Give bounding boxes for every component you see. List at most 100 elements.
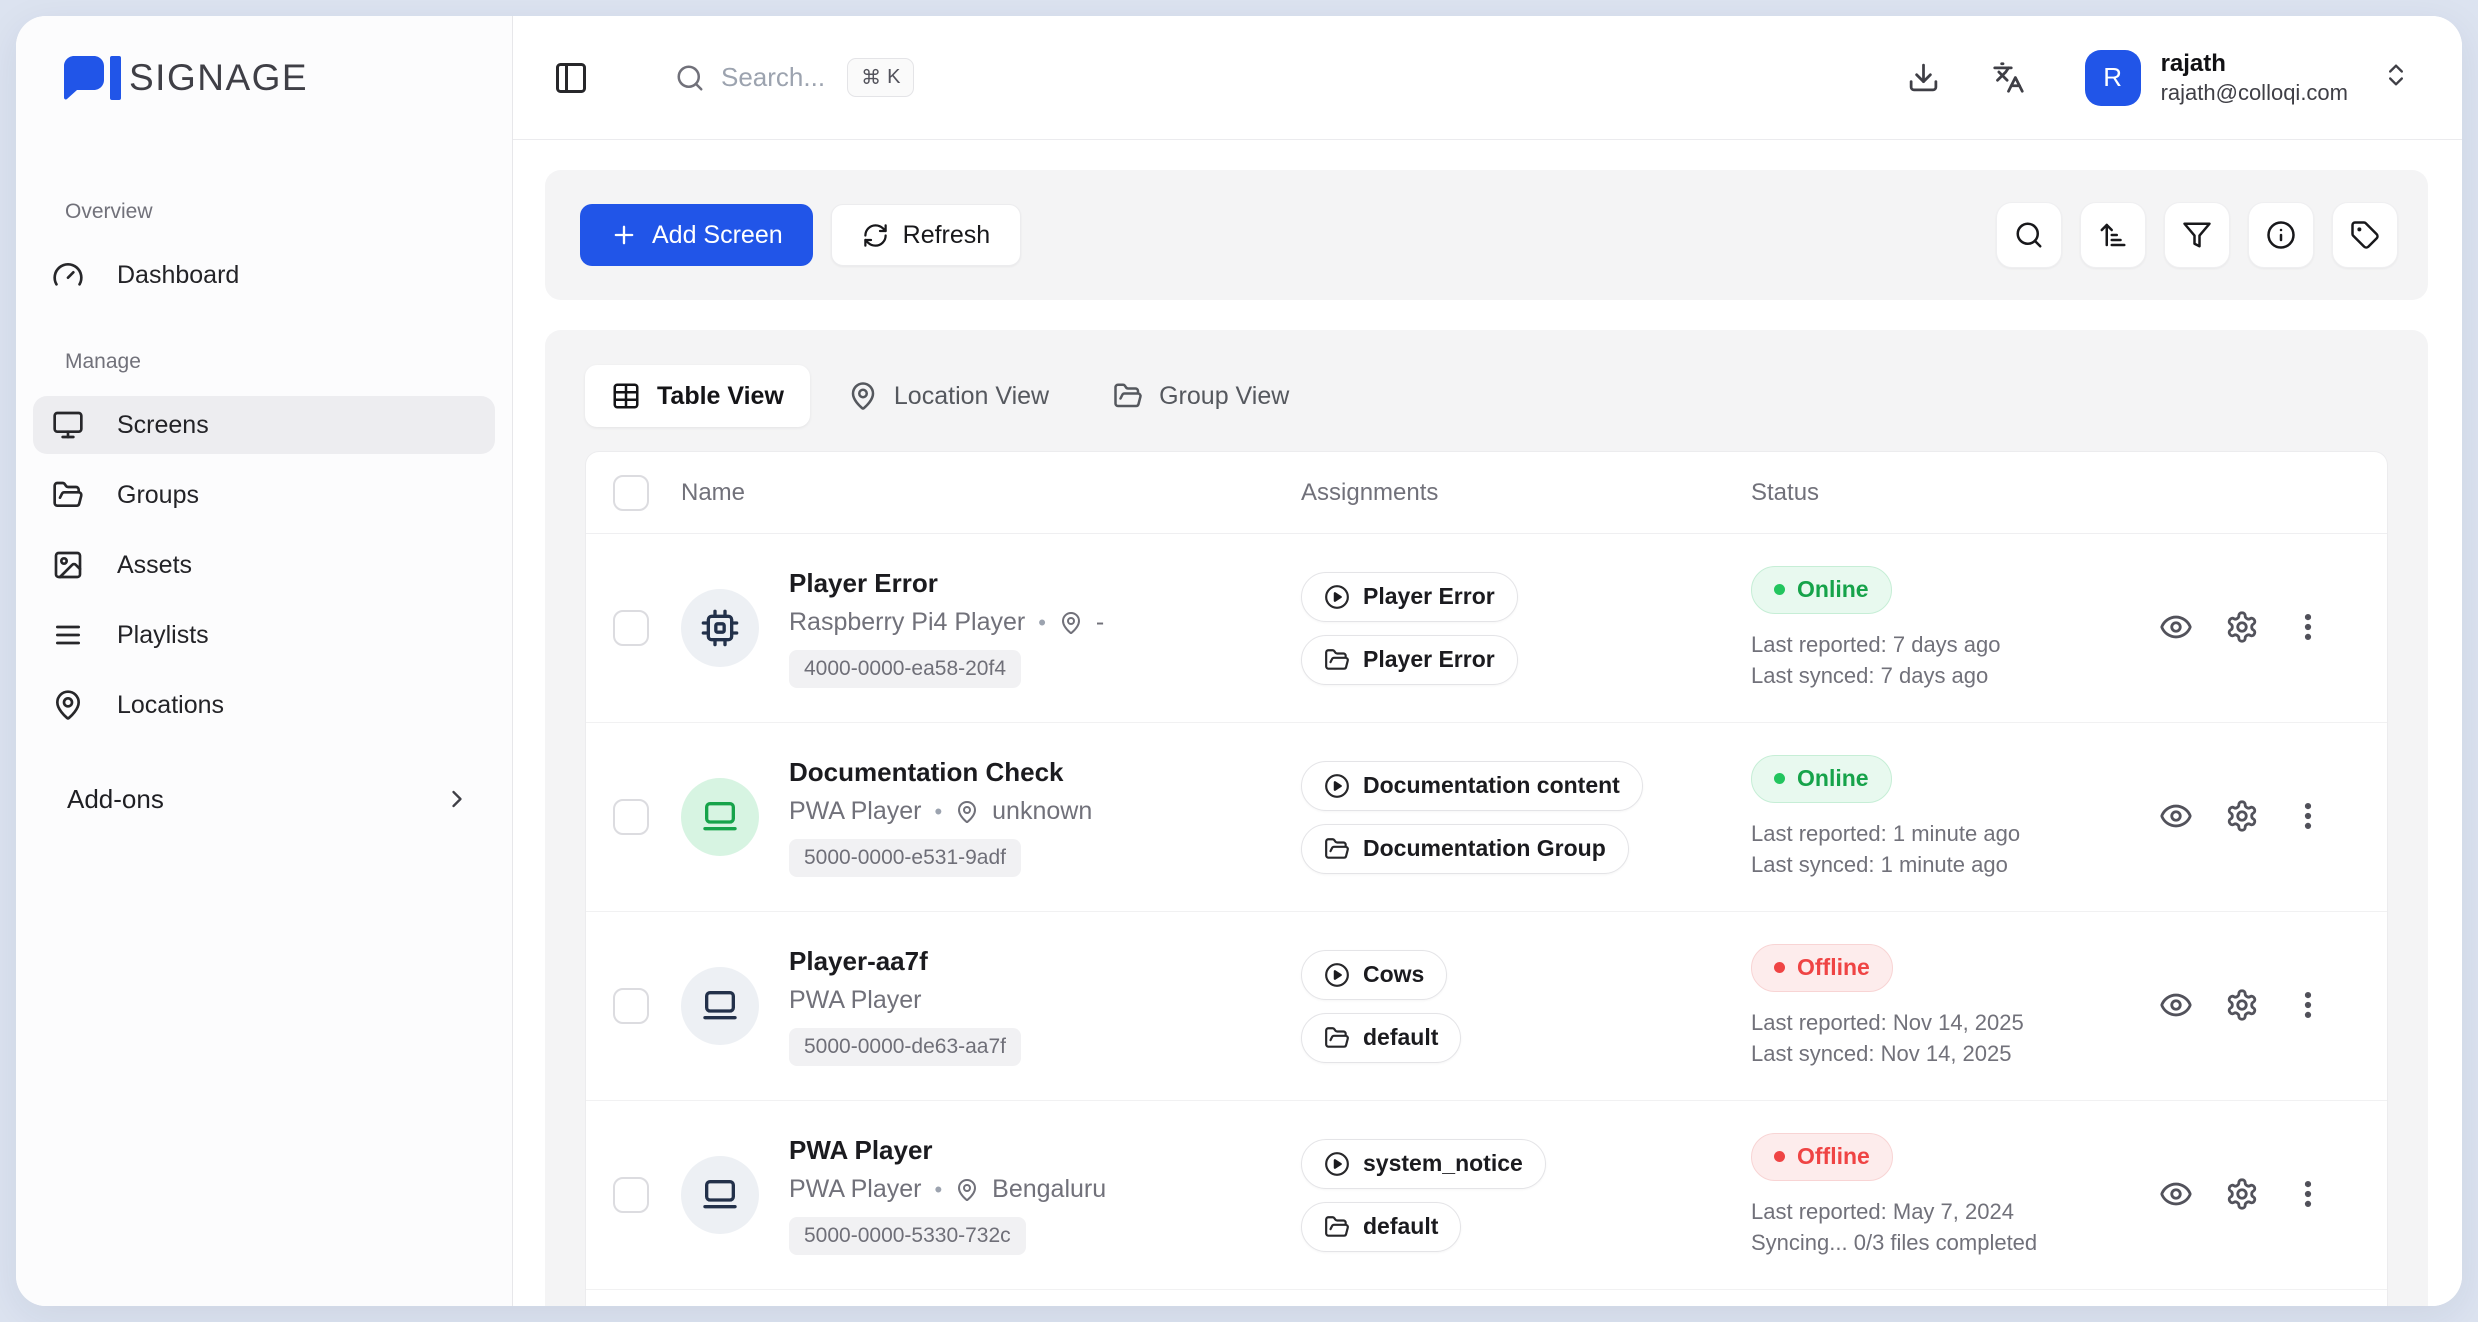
circle-play-icon (1324, 773, 1350, 799)
table-header: Name Assignments Status (586, 452, 2387, 534)
download-button[interactable] (1907, 61, 1940, 94)
group-name: default (1363, 1024, 1438, 1051)
group-pill[interactable]: default (1301, 1202, 1461, 1252)
ellipsis-vertical-icon (2291, 1177, 2325, 1211)
app-window: SIGNAGE Overview Dashboard Manage Screen… (16, 16, 2462, 1306)
folder-open-icon (1324, 647, 1350, 673)
sort-button[interactable] (2080, 202, 2146, 268)
column-name: Name (681, 479, 1301, 507)
status-dot (1774, 584, 1785, 595)
sidebar-item-assets[interactable]: Assets (33, 536, 495, 594)
cpu-icon (700, 608, 740, 648)
last-synced: Last synced: Nov 14, 2025 (1751, 1038, 2097, 1069)
tab-group-view[interactable]: Group View (1087, 365, 1315, 427)
preview-button[interactable] (2159, 1177, 2193, 1214)
sidebar-item-screens[interactable]: Screens (33, 396, 495, 454)
sidebar-toggle-button[interactable] (553, 60, 589, 96)
row-menu-button[interactable] (2291, 799, 2325, 836)
group-pill[interactable]: Documentation Group (1301, 824, 1629, 874)
playlist-pill[interactable]: Cows (1301, 950, 1447, 1000)
brand-wordmark: SIGNAGE (129, 57, 308, 99)
sidebar-item-label: Playlists (117, 621, 209, 650)
status-badge: Online (1751, 755, 1892, 803)
playlist-pill[interactable]: Player Error (1301, 572, 1518, 622)
row-menu-button[interactable] (2291, 610, 2325, 647)
device-type: PWA Player (789, 986, 921, 1015)
settings-button[interactable] (2225, 988, 2259, 1025)
sidebar-item-locations[interactable]: Locations (33, 676, 495, 734)
tab-table-view[interactable]: Table View (585, 365, 810, 427)
row-menu-button[interactable] (2291, 1177, 2325, 1214)
dot-separator: • (934, 1177, 942, 1203)
device-icon-badge (681, 967, 759, 1045)
playlist-pill[interactable]: system_notice (1301, 1139, 1546, 1189)
laptop-icon (700, 986, 740, 1026)
language-button[interactable] (1992, 61, 2025, 94)
user-menu[interactable]: R rajath rajath@colloqi.com (2085, 49, 2410, 106)
view-tabs: Table View Location View Group View (585, 365, 2388, 427)
settings-button[interactable] (2225, 610, 2259, 647)
top-bar: Search... ⌘ K R rajath rajath@colloqi.co… (513, 16, 2462, 140)
preview-button[interactable] (2159, 610, 2193, 647)
row-checkbox[interactable] (613, 799, 649, 835)
tag-button[interactable] (2332, 202, 2398, 268)
map-pin-icon (955, 800, 979, 824)
table-icon (611, 381, 641, 411)
gear-icon (2225, 1177, 2259, 1211)
last-reported: Last reported: May 7, 2024 (1751, 1196, 2097, 1227)
row-checkbox[interactable] (613, 988, 649, 1024)
monitor-icon (52, 409, 84, 441)
sidebar-item-addons[interactable]: Add-ons (33, 770, 495, 828)
group-name: Documentation Group (1363, 835, 1606, 862)
preview-button[interactable] (2159, 988, 2193, 1025)
pi-logo-icon (60, 54, 124, 102)
laptop-icon (700, 1175, 740, 1215)
status-dot (1774, 1151, 1785, 1162)
last-synced: Syncing... 0/3 files completed (1751, 1227, 2097, 1258)
sidebar-item-dashboard[interactable]: Dashboard (33, 246, 495, 304)
sidebar-item-groups[interactable]: Groups (33, 466, 495, 524)
sidebar-item-playlists[interactable]: Playlists (33, 606, 495, 664)
status-badge: Offline (1751, 944, 1893, 992)
add-screen-button[interactable]: Add Screen (580, 204, 813, 266)
device-icon-badge (681, 778, 759, 856)
status-badge: Offline (1751, 1133, 1893, 1181)
sidebar-section-manage: Manage (65, 350, 495, 374)
main-area: Search... ⌘ K R rajath rajath@colloqi.co… (513, 16, 2462, 1306)
shortcut-letter: K (887, 66, 900, 89)
map-pin-icon (955, 1178, 979, 1202)
playlist-pill[interactable]: Documentation content (1301, 761, 1643, 811)
preview-button[interactable] (2159, 799, 2193, 836)
settings-button[interactable] (2225, 1177, 2259, 1214)
image-icon (52, 549, 84, 581)
refresh-icon (862, 222, 889, 249)
filter-button[interactable] (2164, 202, 2230, 268)
search-icon (675, 63, 705, 93)
status-dot (1774, 962, 1785, 973)
table-search-button[interactable] (1996, 202, 2062, 268)
folder-open-icon (1113, 381, 1143, 411)
search-input[interactable]: Search... ⌘ K (675, 58, 914, 97)
gear-icon (2225, 610, 2259, 644)
refresh-button[interactable]: Refresh (831, 204, 1022, 266)
add-screen-label: Add Screen (652, 221, 783, 250)
row-menu-button[interactable] (2291, 988, 2325, 1025)
tab-location-view[interactable]: Location View (822, 365, 1075, 427)
filter-icon (2182, 220, 2212, 250)
screen-id-badge: 5000-0000-e531-9adf (789, 839, 1021, 877)
folder-open-icon (52, 479, 84, 511)
user-email: rajath@colloqi.com (2161, 79, 2348, 106)
info-button[interactable] (2248, 202, 2314, 268)
settings-button[interactable] (2225, 799, 2259, 836)
group-pill[interactable]: Player Error (1301, 635, 1518, 685)
select-all-checkbox[interactable] (613, 475, 649, 511)
map-pin-icon (52, 689, 84, 721)
row-checkbox[interactable] (613, 1177, 649, 1213)
column-status: Status (1751, 479, 2387, 507)
last-synced: Last synced: 1 minute ago (1751, 849, 2097, 880)
panel-left-icon (553, 60, 589, 96)
status-label: Online (1797, 576, 1869, 603)
row-checkbox[interactable] (613, 610, 649, 646)
group-name: default (1363, 1213, 1438, 1240)
group-pill[interactable]: default (1301, 1013, 1461, 1063)
